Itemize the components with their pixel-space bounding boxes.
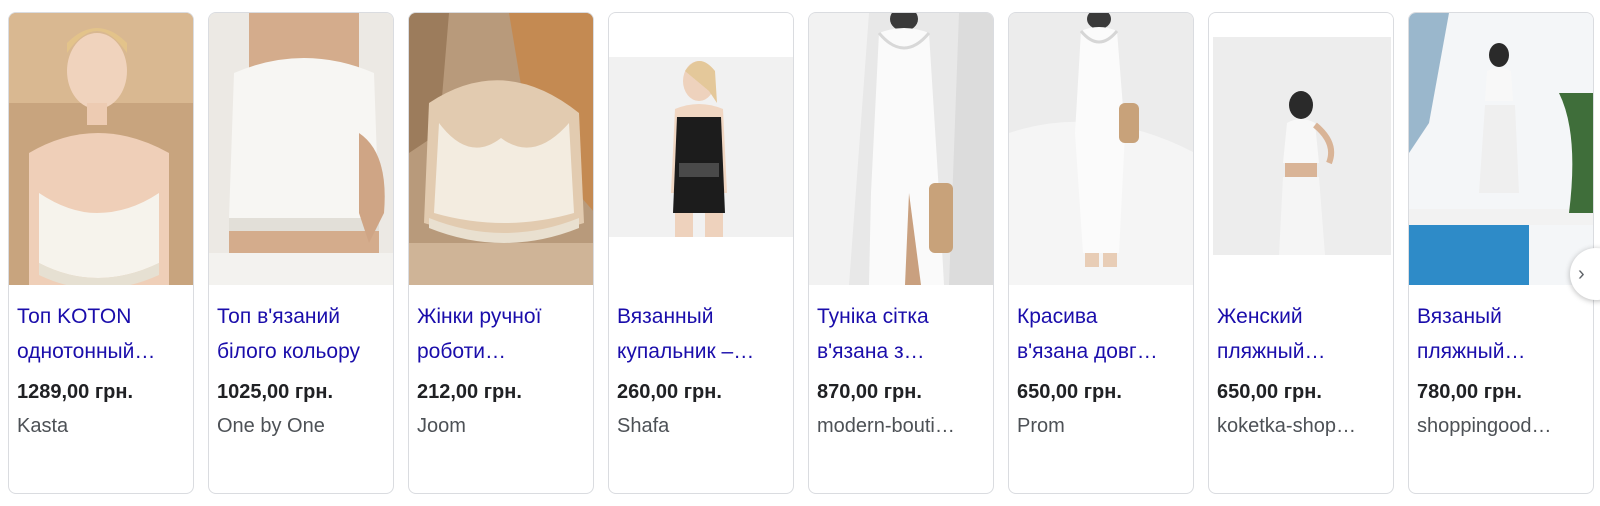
product-price: 650,00 грн. (1217, 381, 1322, 403)
store-name: modern-bouti… (817, 415, 955, 437)
product-title[interactable]: Женский пляжный… (1217, 299, 1385, 369)
store-name: Prom (1017, 415, 1065, 437)
product-title[interactable]: Топ в'язаний білого кольору (217, 299, 385, 369)
product-image[interactable] (9, 13, 193, 285)
crochet-top-photo-icon (9, 13, 193, 285)
product-title[interactable]: Топ KOTON однотонный… (17, 299, 185, 369)
beach-skirt-photo-icon (1409, 13, 1593, 285)
product-price: 260,00 грн. (617, 381, 722, 403)
product-image[interactable] (409, 13, 593, 285)
product-title[interactable]: Туніка сітка в'язана з… (817, 299, 985, 369)
product-card[interactable]: Вязанный купальник –… 260,00 грн. Shafa (608, 12, 794, 494)
chevron-right-icon: › (1578, 262, 1585, 285)
store-name: Shafa (617, 415, 670, 437)
store-name: One by One (217, 415, 325, 437)
product-card[interactable]: Топ KOTON однотонный… 1289,00 грн. Kasta (8, 12, 194, 494)
product-card[interactable]: Красива в'язана довг… 650,00 грн. Prom (1008, 12, 1194, 494)
product-title[interactable]: Жінки ручної роботи… (417, 299, 585, 369)
store-name: Joom (417, 415, 466, 437)
product-card[interactable]: Жінки ручної роботи… 212,00 грн. Joom (408, 12, 594, 494)
beach-set-photo-icon (1209, 13, 1393, 285)
crochet-bralette-photo-icon (409, 13, 593, 285)
store-name: koketka-shop… (1217, 415, 1356, 437)
product-price: 212,00 грн. (417, 381, 522, 403)
swimsuit-photo-icon (609, 13, 793, 285)
product-price: 1289,00 грн. (17, 381, 134, 403)
product-image[interactable] (1409, 13, 1593, 285)
product-title[interactable]: Вязаный пляжный… (1417, 299, 1585, 369)
knit-top-photo-icon (209, 13, 393, 285)
product-image[interactable] (1009, 13, 1193, 285)
product-image[interactable] (609, 13, 793, 285)
product-card[interactable]: Туніка сітка в'язана з… 870,00 грн. mode… (808, 12, 994, 494)
shopping-carousel: Топ KOTON однотонный… 1289,00 грн. Kasta (0, 0, 1600, 506)
store-name: Kasta (17, 415, 69, 437)
product-price: 650,00 грн. (1017, 381, 1122, 403)
product-image[interactable] (209, 13, 393, 285)
product-title[interactable]: Красива в'язана довг… (1017, 299, 1185, 369)
product-price: 780,00 грн. (1417, 381, 1522, 403)
mesh-dress-photo-icon (809, 13, 993, 285)
product-image[interactable] (1209, 13, 1393, 285)
product-price: 1025,00 грн. (217, 381, 334, 403)
product-title[interactable]: Вязанный купальник –… (617, 299, 785, 369)
long-knit-dress-photo-icon (1009, 13, 1193, 285)
product-image[interactable] (809, 13, 993, 285)
product-track: Топ KOTON однотонный… 1289,00 грн. Kasta (8, 12, 1594, 494)
product-card[interactable]: Топ в'язаний білого кольору 1025,00 грн.… (208, 12, 394, 494)
product-price: 870,00 грн. (817, 381, 922, 403)
product-card[interactable]: Женский пляжный… 650,00 грн. koketka-sho… (1208, 12, 1394, 494)
store-name: shoppingood… (1417, 415, 1552, 437)
product-card[interactable]: Вязаный пляжный… 780,00 грн. shoppingood… (1408, 12, 1594, 494)
